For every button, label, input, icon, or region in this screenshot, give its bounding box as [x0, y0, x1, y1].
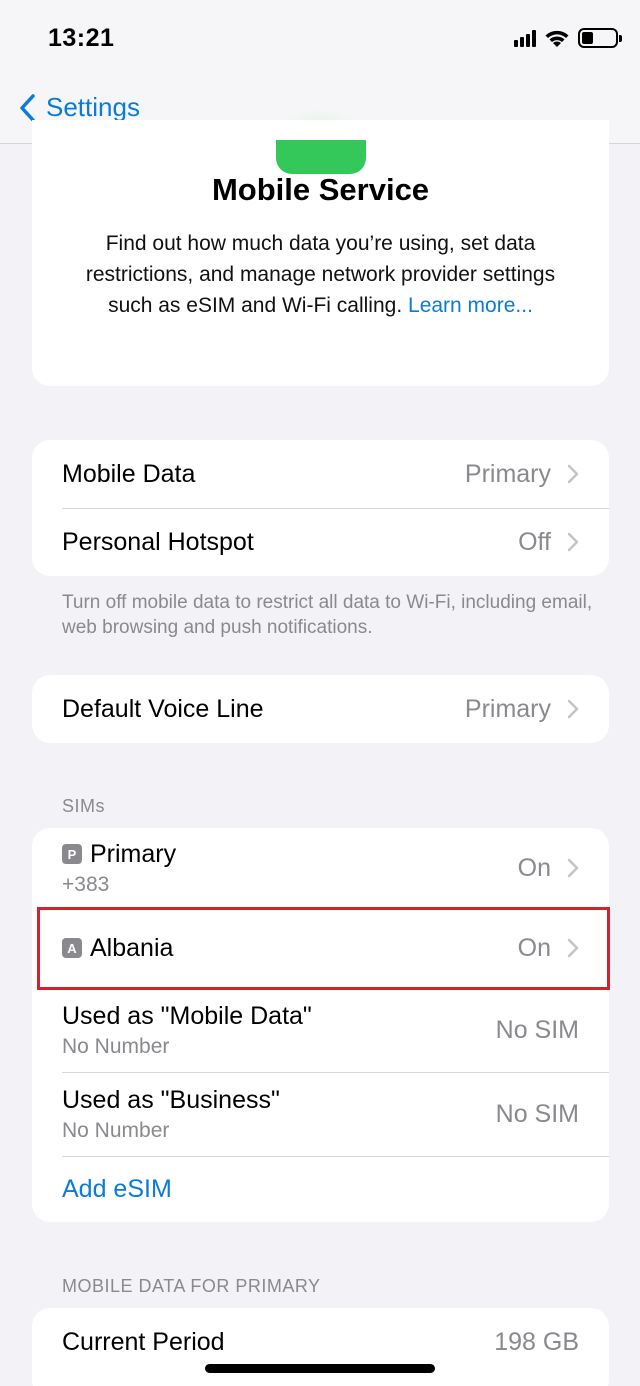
- back-button[interactable]: Settings: [18, 92, 140, 123]
- mobile-data-label: Mobile Data: [62, 459, 196, 488]
- add-esim-button[interactable]: Add eSIM: [62, 1175, 172, 1204]
- personal-hotspot-label: Personal Hotspot: [62, 527, 254, 556]
- sim-number: No Number: [62, 1118, 170, 1142]
- chevron-right-icon: [567, 858, 579, 878]
- sims-group: P Primary +383 On A Albania On Used as "…: [32, 828, 609, 1222]
- sims-header: SIMs: [62, 796, 106, 816]
- sim-status: No SIM: [495, 1099, 579, 1128]
- status-time: 13:21: [48, 24, 115, 52]
- mobile-data-for-primary-header: MOBILE DATA FOR PRIMARY: [62, 1276, 321, 1296]
- default-voice-line-value: Primary: [464, 694, 551, 723]
- chevron-right-icon: [567, 464, 579, 484]
- personal-hotspot-row[interactable]: Personal Hotspot Off: [32, 508, 609, 576]
- learn-more-link[interactable]: Learn more...: [408, 294, 533, 317]
- current-period-label: Current Period: [62, 1327, 225, 1356]
- sim-label: Albania: [90, 933, 174, 962]
- sim-label: Used as "Business": [62, 1085, 280, 1114]
- chevron-left-icon: [20, 93, 35, 122]
- sim-albania-row[interactable]: A Albania On: [32, 908, 609, 988]
- personal-hotspot-value: Off: [518, 527, 551, 556]
- signal-bars-icon: [514, 29, 536, 47]
- sim-number: +383: [62, 872, 110, 896]
- mobile-service-app-icon: [276, 140, 366, 174]
- default-voice-line-row[interactable]: Default Voice Line Primary: [32, 675, 609, 743]
- default-voice-line-group: Default Voice Line Primary: [32, 675, 609, 743]
- sim-label: Primary: [90, 839, 177, 868]
- mobile-service-card: Mobile Service Find out how much data yo…: [32, 120, 609, 386]
- chevron-right-icon: [567, 532, 579, 552]
- sim-status: No SIM: [495, 1015, 579, 1044]
- sim-number: No Number: [62, 1034, 170, 1058]
- sim-label: Used as "Mobile Data": [62, 1001, 312, 1030]
- add-esim-row[interactable]: Add eSIM: [32, 1156, 609, 1222]
- default-voice-line-label: Default Voice Line: [62, 694, 264, 723]
- back-label: Settings: [46, 92, 140, 122]
- status-icons: [514, 28, 622, 48]
- mobile-data-footnote: Turn off mobile data to restrict all dat…: [62, 592, 593, 638]
- sim-business-row: Used as "Business" No Number No SIM: [32, 1072, 609, 1156]
- home-indicator[interactable]: [205, 1364, 435, 1373]
- hero-description: Find out how much data you’re using, set…: [62, 228, 579, 321]
- current-period-value: 198 GB: [494, 1327, 579, 1356]
- sim-primary-row[interactable]: P Primary +383 On: [32, 828, 609, 908]
- sim-badge: P: [62, 844, 82, 864]
- battery-icon: [578, 28, 622, 48]
- status-bar: 13:21: [0, 0, 640, 78]
- mobile-data-row[interactable]: Mobile Data Primary: [32, 440, 609, 508]
- chevron-right-icon: [567, 699, 579, 719]
- sim-mobile-data-row: Used as "Mobile Data" No Number No SIM: [32, 988, 609, 1072]
- chevron-right-icon: [567, 938, 579, 958]
- sim-status: On: [517, 933, 551, 962]
- mobile-data-value: Primary: [464, 459, 551, 488]
- page-title: Mobile Service: [211, 172, 430, 207]
- mobile-data-group: Mobile Data Primary Personal Hotspot Off: [32, 440, 609, 576]
- usage-group: Current Period 198 GB: [32, 1308, 609, 1386]
- sim-status: On: [517, 853, 551, 882]
- sim-badge: A: [62, 938, 82, 958]
- wifi-icon: [545, 30, 569, 47]
